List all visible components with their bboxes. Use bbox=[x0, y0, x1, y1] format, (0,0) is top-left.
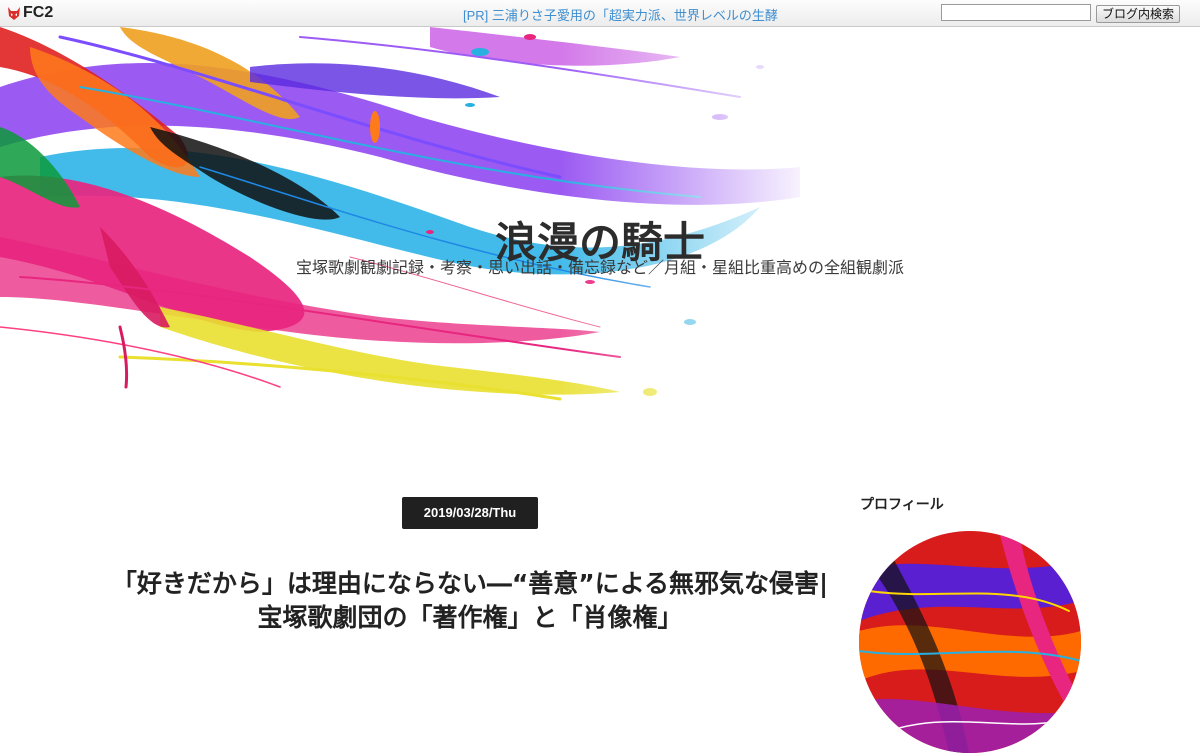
article-date-badge: 2019/03/28/Thu bbox=[402, 497, 538, 529]
fc2-logo[interactable]: FC2 bbox=[7, 4, 53, 22]
profile-avatar[interactable] bbox=[859, 531, 1081, 753]
blog-search-input[interactable] bbox=[941, 4, 1091, 21]
profile-avatar-image bbox=[859, 531, 1081, 753]
fc2-fox-logo-icon bbox=[7, 5, 21, 21]
profile-heading: プロフィール bbox=[860, 497, 944, 513]
fc2-brand-text: FC2 bbox=[23, 4, 54, 21]
blog-search-button[interactable]: ブログ内検索 bbox=[1096, 5, 1180, 23]
article-title[interactable]: 「好きだから」は理由にならない―“善意”による無邪気な侵害|宝塚歌劇団の「著作権… bbox=[110, 567, 830, 635]
blog-header: 浪漫の騎士 宝塚歌劇観劇記録・考察・思い出話・備忘録など／月組・星組比重高めの全… bbox=[0, 27, 1200, 407]
fc2-toolbar: FC2 [PR] 三浦りさ子愛用の「超実力派、世界レベルの生酵 ブログ内検索 bbox=[0, 0, 1200, 27]
blog-description: 宝塚歌劇観劇記録・考察・思い出話・備忘録など／月組・星組比重高めの全組観劇派 bbox=[295, 258, 904, 277]
pr-ad-link[interactable]: [PR] 三浦りさ子愛用の「超実力派、世界レベルの生酵 bbox=[463, 5, 778, 24]
